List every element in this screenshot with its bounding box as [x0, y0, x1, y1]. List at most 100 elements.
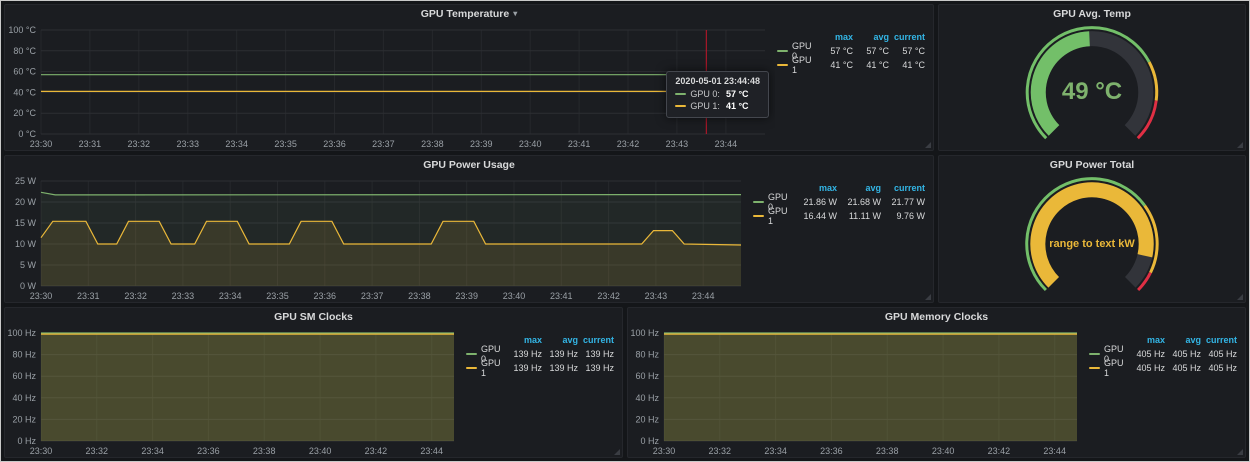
legend-row-gpu1: GPU 1 405 Hz 405 Hz 405 Hz: [1089, 361, 1237, 375]
svg-text:20 W: 20 W: [15, 197, 37, 207]
svg-text:10 W: 10 W: [15, 239, 37, 249]
panel-title-text: GPU Power Total: [1050, 159, 1134, 171]
svg-text:23:41: 23:41: [568, 139, 591, 149]
svg-text:40 Hz: 40 Hz: [635, 393, 659, 403]
legend-col-current[interactable]: current: [1201, 335, 1237, 345]
svg-text:23:32: 23:32: [128, 139, 151, 149]
power-chart[interactable]: 23:3023:3123:3223:3323:3423:3523:3623:37…: [5, 173, 751, 302]
svg-text:23:44: 23:44: [420, 446, 443, 456]
legend-series-gpu1[interactable]: GPU 1: [777, 55, 817, 75]
series-color-icon: [1089, 353, 1100, 355]
svg-text:23:33: 23:33: [177, 139, 200, 149]
svg-text:100 Hz: 100 Hz: [630, 328, 659, 338]
svg-text:23:38: 23:38: [876, 446, 899, 456]
svg-text:23:30: 23:30: [30, 139, 53, 149]
chart-tooltip: 2020-05-01 23:44:48 GPU 0: 57 °C GPU 1: …: [666, 71, 769, 118]
svg-text:23:42: 23:42: [617, 139, 640, 149]
legend-col-max[interactable]: max: [817, 32, 853, 42]
legend-series-gpu1[interactable]: GPU 1: [466, 358, 506, 378]
panel-gpu-memory-clocks: GPU Memory Clocks 23:3023:3223:3423:3623…: [627, 307, 1246, 458]
panel-title-gpu-avg-temp[interactable]: GPU Avg. Temp: [939, 5, 1245, 22]
svg-text:23:39: 23:39: [470, 139, 493, 149]
legend-col-current[interactable]: current: [881, 183, 925, 193]
legend-series-gpu1[interactable]: GPU 1: [753, 206, 793, 226]
svg-text:40 Hz: 40 Hz: [12, 393, 36, 403]
svg-text:23:35: 23:35: [266, 291, 289, 301]
series-color-icon: [753, 201, 764, 203]
tooltip-time: 2020-05-01 23:44:48: [675, 76, 760, 86]
legend-col-max[interactable]: max: [793, 183, 837, 193]
svg-text:60 °C: 60 °C: [13, 67, 36, 77]
power-chart-canvas[interactable]: 23:3023:3123:3223:3323:3423:3523:3623:37…: [5, 173, 751, 302]
series-color-icon: [466, 367, 477, 369]
svg-text:23:36: 23:36: [314, 291, 337, 301]
svg-text:20 Hz: 20 Hz: [635, 414, 659, 424]
svg-text:80 °C: 80 °C: [13, 46, 36, 56]
svg-text:23:37: 23:37: [372, 139, 395, 149]
panel-gpu-power-usage: GPU Power Usage 23:3023:3123:3223:3323:3…: [4, 155, 934, 303]
legend-memory-clocks: max avg current GPU 0 405 Hz 405 Hz 405 …: [1087, 325, 1245, 457]
svg-text:60 Hz: 60 Hz: [12, 371, 36, 381]
series-color-icon: [1089, 367, 1100, 369]
panel-title-text: GPU Power Usage: [423, 159, 515, 171]
svg-text:5 W: 5 W: [20, 260, 37, 270]
svg-text:23:32: 23:32: [709, 446, 732, 456]
tooltip-series-value: 41 °C: [726, 100, 749, 112]
svg-text:23:34: 23:34: [219, 291, 242, 301]
svg-text:15 W: 15 W: [15, 218, 37, 228]
svg-text:23:34: 23:34: [764, 446, 787, 456]
svg-text:23:43: 23:43: [666, 139, 689, 149]
panel-title-gpu-temperature[interactable]: GPU Temperature ▾: [5, 5, 933, 22]
legend-col-avg[interactable]: avg: [837, 183, 881, 193]
legend-col-current[interactable]: current: [889, 32, 925, 42]
svg-text:23:36: 23:36: [197, 446, 220, 456]
sm-clocks-chart[interactable]: 23:3023:3223:3423:3623:3823:4023:4223:44…: [5, 325, 464, 457]
legend-series-gpu1[interactable]: GPU 1: [1089, 358, 1129, 378]
legend-temperature: max avg current GPU 0 57 °C 57 °C 57 °C: [775, 22, 933, 150]
temperature-chart-canvas[interactable]: 23:3023:3123:3223:3323:3423:3523:3623:37…: [5, 22, 775, 150]
legend-col-avg[interactable]: avg: [1165, 335, 1201, 345]
svg-text:60 Hz: 60 Hz: [635, 371, 659, 381]
tooltip-row: GPU 0: 57 °C: [675, 88, 760, 100]
svg-text:23:38: 23:38: [253, 446, 276, 456]
temperature-chart[interactable]: 23:3023:3123:3223:3323:3423:3523:3623:37…: [5, 22, 775, 150]
svg-text:23:31: 23:31: [79, 139, 102, 149]
svg-text:100 °C: 100 °C: [8, 25, 36, 35]
legend-sm-clocks: max avg current GPU 0 139 Hz 139 Hz 139 …: [464, 325, 622, 457]
svg-text:23:40: 23:40: [309, 446, 332, 456]
panel-title-gpu-power-total[interactable]: GPU Power Total: [939, 156, 1245, 173]
legend-row-gpu1: GPU 1 139 Hz 139 Hz 139 Hz: [466, 361, 614, 375]
panel-title-gpu-power-usage[interactable]: GPU Power Usage: [5, 156, 933, 173]
avg-temp-gauge: 49 °C: [939, 22, 1245, 150]
svg-text:0 °C: 0 °C: [18, 129, 36, 139]
panel-title-gpu-memory-clocks[interactable]: GPU Memory Clocks: [628, 308, 1245, 325]
svg-text:23:44: 23:44: [715, 139, 738, 149]
svg-text:23:41: 23:41: [550, 291, 573, 301]
legend-col-avg[interactable]: avg: [542, 335, 578, 345]
svg-text:23:39: 23:39: [455, 291, 478, 301]
avg-temp-gauge-canvas: [939, 22, 1245, 150]
svg-text:23:31: 23:31: [77, 291, 100, 301]
svg-text:23:38: 23:38: [408, 291, 431, 301]
sm-clocks-chart-canvas[interactable]: 23:3023:3223:3423:3623:3823:4023:4223:44…: [5, 325, 464, 457]
panel-title-gpu-sm-clocks[interactable]: GPU SM Clocks: [5, 308, 622, 325]
memory-clocks-chart[interactable]: 23:3023:3223:3423:3623:3823:4023:4223:44…: [628, 325, 1087, 457]
memory-clocks-chart-canvas[interactable]: 23:3023:3223:3423:3623:3823:4023:4223:44…: [628, 325, 1087, 457]
svg-text:23:42: 23:42: [988, 446, 1011, 456]
tooltip-series-label: GPU 1:: [690, 100, 720, 112]
panel-gpu-sm-clocks: GPU SM Clocks 23:3023:3223:3423:3623:382…: [4, 307, 623, 458]
tooltip-row: GPU 1: 41 °C: [675, 100, 760, 112]
svg-text:0 Hz: 0 Hz: [640, 436, 659, 446]
svg-text:23:32: 23:32: [124, 291, 147, 301]
legend-col-current[interactable]: current: [578, 335, 614, 345]
svg-text:23:36: 23:36: [323, 139, 346, 149]
legend-col-avg[interactable]: avg: [853, 32, 889, 42]
svg-text:25 W: 25 W: [15, 176, 37, 186]
legend-row-gpu1: GPU 1 16.44 W 11.11 W 9.76 W: [753, 209, 925, 223]
panel-gpu-power-total: GPU Power Total range to text kW: [938, 155, 1246, 303]
legend-col-max[interactable]: max: [506, 335, 542, 345]
svg-text:23:36: 23:36: [820, 446, 843, 456]
svg-text:20 Hz: 20 Hz: [12, 414, 36, 424]
series-color-icon: [753, 215, 764, 217]
legend-col-max[interactable]: max: [1129, 335, 1165, 345]
